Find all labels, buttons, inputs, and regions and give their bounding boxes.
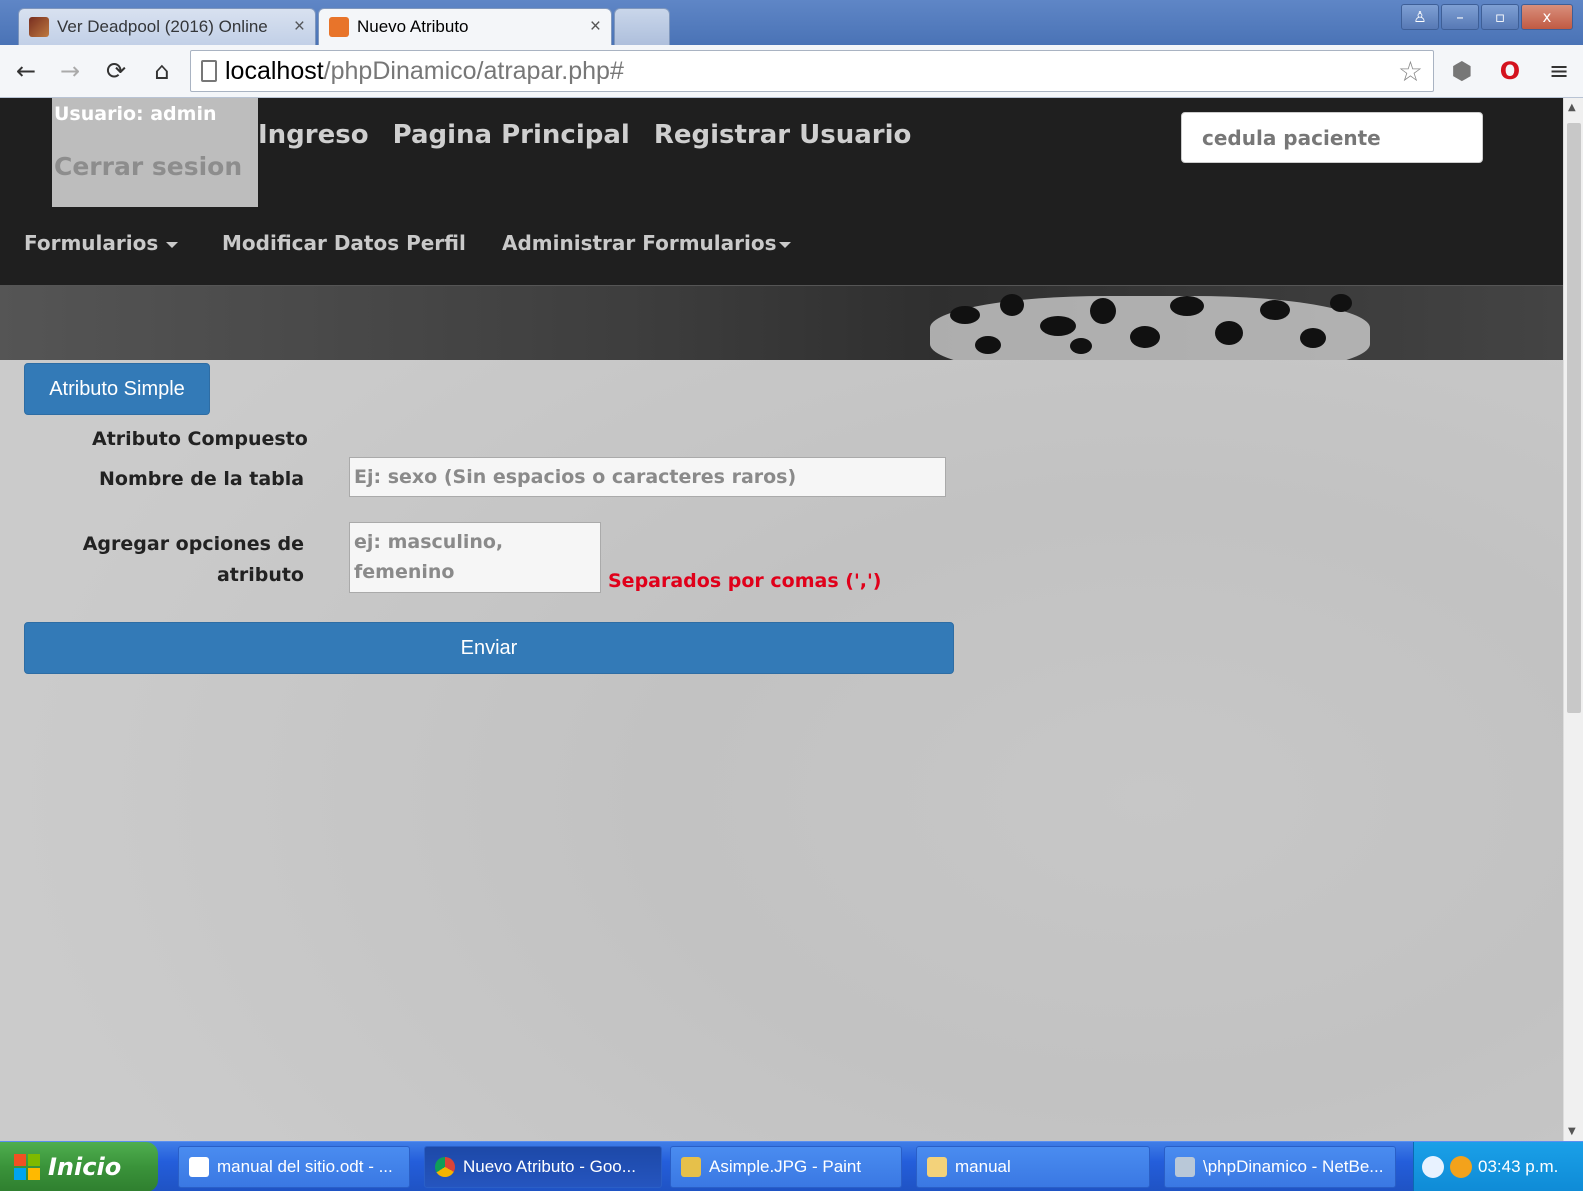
scroll-up-icon[interactable]: ▲ <box>1568 102 1576 113</box>
minimize-button[interactable]: – <box>1441 4 1479 30</box>
taskbar-item-label: Nuevo Atributo - Goo... <box>463 1157 636 1176</box>
back-arrow-icon[interactable]: ← <box>10 55 42 87</box>
link-registrar-usuario[interactable]: Registrar Usuario <box>654 120 912 150</box>
options-label-line1: Agregar opciones de <box>82 533 304 555</box>
xampp-favicon-icon <box>329 17 349 37</box>
caret-down-icon <box>166 241 179 248</box>
bookmark-star-icon[interactable]: ☆ <box>1398 55 1423 88</box>
menu-administrar-label: Administrar Formularios <box>502 231 777 255</box>
options-hint: Separados por comas (',') <box>608 570 882 592</box>
menu-modificar-perfil[interactable]: Modificar Datos Perfil <box>222 231 466 255</box>
caret-down-icon <box>779 241 792 248</box>
user-profile-icon[interactable]: ♙ <box>1401 4 1439 30</box>
tab-title: Nuevo Atributo <box>357 17 469 36</box>
tab-nuevo-atributo[interactable]: Nuevo Atributo × <box>318 8 612 45</box>
home-icon[interactable]: ⌂ <box>146 55 178 87</box>
forward-arrow-icon[interactable]: → <box>54 55 86 87</box>
cedula-search-input[interactable] <box>1181 112 1483 163</box>
netbeans-icon <box>1175 1157 1195 1177</box>
tray-expand-icon[interactable] <box>1422 1156 1444 1178</box>
new-tab-button[interactable] <box>614 8 670 45</box>
options-textarea[interactable] <box>349 522 601 593</box>
chrome-icon <box>435 1157 455 1177</box>
clock[interactable]: 03:43 p.m. <box>1478 1157 1558 1177</box>
site-navbar: Usuario: admin Cerrar sesion Ingreso Pag… <box>0 98 1563 285</box>
top-links: Ingreso Pagina Principal Registrar Usuar… <box>258 120 911 150</box>
document-icon <box>189 1157 209 1177</box>
main-menu: Formularios Modificar Datos Perfil Admin… <box>0 231 1000 261</box>
table-name-input[interactable] <box>349 457 946 497</box>
taskbar-item-netbeans[interactable]: \phpDinamico - NetBe... <box>1164 1146 1396 1188</box>
table-name-label: Nombre de la tabla <box>99 468 305 490</box>
start-label: Inicio <box>48 1153 122 1181</box>
tab-title: Ver Deadpool (2016) Online <box>57 17 268 36</box>
link-pagina-principal[interactable]: Pagina Principal <box>393 120 630 150</box>
reload-icon[interactable]: ⟳ <box>100 55 132 87</box>
leopard-banner <box>0 285 1563 360</box>
menu-administrar-formularios[interactable]: Administrar Formularios <box>502 231 792 255</box>
taskbar-item-writer[interactable]: manual del sitio.odt - ... <box>178 1146 410 1188</box>
scroll-down-icon[interactable]: ▼ <box>1568 1126 1576 1137</box>
extension-cube-icon[interactable]: ⬢ <box>1446 55 1478 87</box>
start-button[interactable]: Inicio <box>0 1142 158 1191</box>
page-viewport: Usuario: admin Cerrar sesion Ingreso Pag… <box>0 98 1563 1141</box>
menu-icon[interactable]: ≡ <box>1543 55 1575 87</box>
close-icon[interactable]: × <box>294 16 305 38</box>
window-controls: ♙ – ▫ x <box>1401 4 1573 30</box>
site-favicon-icon <box>29 17 49 37</box>
scrollbar-thumb[interactable] <box>1567 123 1581 713</box>
user-label: Usuario: admin <box>54 103 217 125</box>
taskbar-item-paint[interactable]: Asimple.JPG - Paint <box>670 1146 902 1188</box>
taskbar-item-chrome[interactable]: Nuevo Atributo - Goo... <box>424 1146 662 1188</box>
page-scrollbar[interactable]: ▲ ▼ <box>1563 98 1583 1141</box>
menu-formularios-label: Formularios <box>24 231 159 255</box>
enviar-button[interactable]: Enviar <box>24 622 954 674</box>
taskbar-item-label: manual <box>955 1157 1011 1176</box>
browser-tabstrip: Ver Deadpool (2016) Online × Nuevo Atrib… <box>0 0 1583 45</box>
close-icon[interactable]: × <box>590 16 601 38</box>
page-icon <box>201 60 217 82</box>
opera-extension-icon[interactable]: O <box>1494 55 1526 87</box>
windows-logo-icon <box>14 1154 40 1180</box>
taskbar-item-label: \phpDinamico - NetBe... <box>1203 1157 1384 1176</box>
system-tray: 03:43 p.m. <box>1413 1142 1583 1191</box>
taskbar-item-label: manual del sitio.odt - ... <box>217 1157 393 1176</box>
user-box: Usuario: admin Cerrar sesion <box>52 98 258 207</box>
atributo-compuesto-label[interactable]: Atributo Compuesto <box>92 428 308 450</box>
url-host: localhost <box>225 56 324 85</box>
close-window-button[interactable]: x <box>1521 4 1573 30</box>
address-bar[interactable]: localhost/phpDinamico/atrapar.php# ☆ <box>190 50 1434 92</box>
menu-formularios[interactable]: Formularios <box>24 231 179 255</box>
paint-icon <box>681 1157 701 1177</box>
atributo-simple-button[interactable]: Atributo Simple <box>24 363 210 415</box>
windows-taskbar: Inicio manual del sitio.odt - ... Nuevo … <box>0 1141 1583 1191</box>
browser-toolbar: ← → ⟳ ⌂ localhost/phpDinamico/atrapar.ph… <box>0 45 1583 98</box>
link-ingreso[interactable]: Ingreso <box>258 120 369 150</box>
url-path: /phpDinamico/atrapar.php# <box>323 56 624 85</box>
logout-link[interactable]: Cerrar sesion <box>54 152 242 181</box>
folder-icon <box>927 1157 947 1177</box>
tray-app-icon[interactable] <box>1450 1156 1472 1178</box>
maximize-button[interactable]: ▫ <box>1481 4 1519 30</box>
taskbar-item-label: Asimple.JPG - Paint <box>709 1157 862 1176</box>
taskbar-item-folder[interactable]: manual <box>916 1146 1150 1188</box>
options-label-line2: atributo <box>216 564 304 586</box>
tab-deadpool[interactable]: Ver Deadpool (2016) Online × <box>18 8 316 45</box>
